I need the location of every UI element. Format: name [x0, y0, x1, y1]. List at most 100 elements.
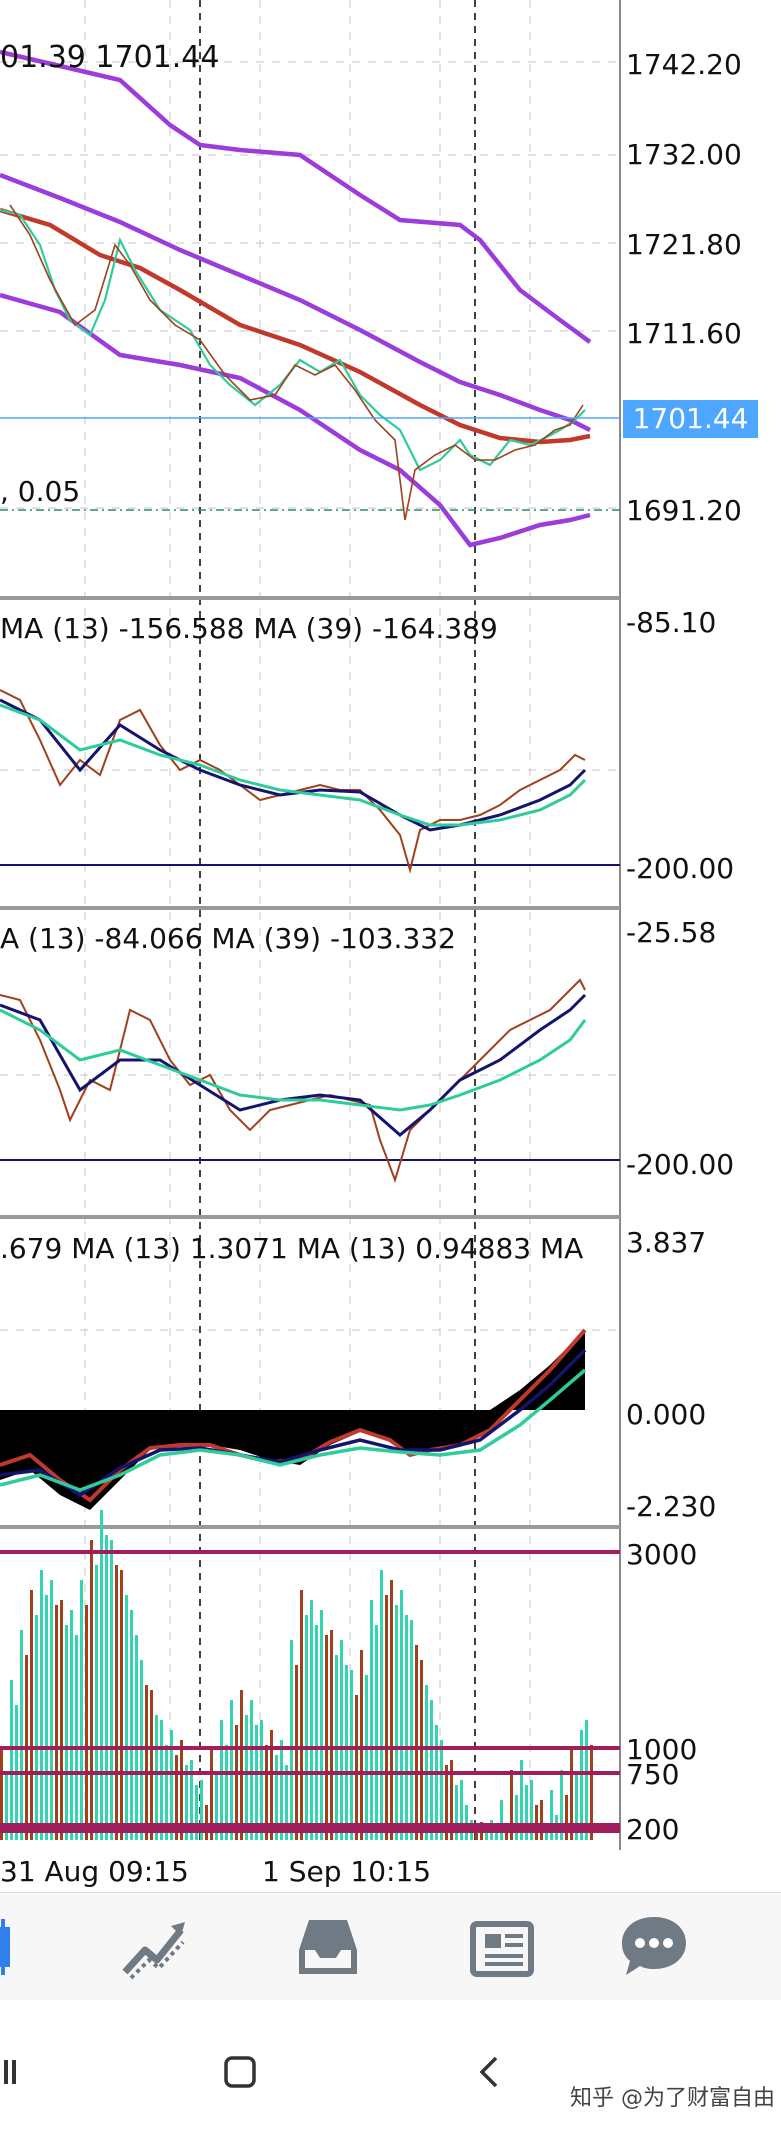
main-tick-1: 1732.00 — [626, 138, 742, 171]
volume-bar — [250, 1700, 253, 1840]
home-button[interactable] — [210, 2042, 270, 2102]
volume-bar — [540, 1800, 543, 1840]
volume-bar — [50, 1580, 53, 1840]
volume-bar — [125, 1595, 128, 1840]
trade-icon — [122, 1922, 185, 1980]
panel2-tick-1: -200.00 — [626, 852, 735, 885]
price-tag: 1701.44 — [623, 400, 758, 438]
panel5-tick-0: 3000 — [626, 1538, 698, 1571]
volume-bar — [130, 1610, 133, 1840]
volume-bar — [565, 1795, 568, 1840]
volume-bar — [90, 1540, 93, 1840]
volume-bar — [110, 1540, 113, 1840]
volume-bar — [430, 1700, 433, 1840]
volume-bar — [220, 1720, 223, 1840]
volume-bar — [340, 1640, 343, 1840]
back-icon — [479, 2056, 498, 2088]
panel4-tick-1: 0.000 — [626, 1398, 707, 1431]
volume-bar — [330, 1630, 333, 1840]
chat-icon — [622, 1917, 686, 1975]
left-label-bottom: , 0.05 — [0, 475, 81, 508]
panel5-tick-2: 750 — [626, 1758, 680, 1791]
volume-bar — [410, 1620, 413, 1840]
back-button[interactable] — [460, 2042, 520, 2102]
indicator-panel-3[interactable] — [0, 978, 620, 1184]
volume-bar — [255, 1725, 258, 1840]
volume-bar — [95, 1565, 98, 1840]
volume-bar — [365, 1675, 368, 1840]
panel3-ma13-line — [0, 993, 587, 1137]
nav-inbox[interactable] — [292, 1911, 364, 1983]
volume-bar — [80, 1580, 83, 1840]
volume-bar — [535, 1805, 538, 1840]
volume-bar — [405, 1615, 408, 1840]
volume-bar — [100, 1510, 103, 1840]
volume-bar — [465, 1805, 468, 1840]
volume-bar — [115, 1565, 118, 1840]
volume-bar — [585, 1720, 588, 1840]
panel5-tick-3: 200 — [626, 1813, 680, 1846]
panel2-header-text: MA (13) -156.588 MA (39) -164.389 — [0, 612, 498, 645]
panel4-tick-2: -2.230 — [626, 1490, 717, 1523]
volume-bar — [70, 1610, 73, 1840]
volume-bar — [35, 1615, 38, 1840]
volume-bar — [500, 1800, 503, 1840]
inbox-icon — [299, 1920, 357, 1974]
middle-ma-purple-line — [0, 172, 592, 433]
news-icon — [470, 1921, 534, 1977]
volume-bar — [370, 1600, 373, 1840]
volume-bar — [315, 1625, 318, 1840]
price-panel[interactable] — [0, 49, 620, 548]
volume-bar — [30, 1590, 33, 1840]
nav-news[interactable] — [466, 1911, 538, 1983]
main-tick-4: 1691.20 — [626, 494, 742, 527]
volume-bar — [355, 1695, 358, 1840]
recents-icon — [4, 2060, 16, 2084]
panel3-tick-0: -25.58 — [626, 916, 717, 949]
panel4-tick-0: 3.837 — [626, 1226, 707, 1259]
volume-bar — [385, 1595, 388, 1840]
volume-bar — [375, 1625, 378, 1840]
volume-bar — [325, 1635, 328, 1840]
volume-bar — [360, 1650, 363, 1840]
bottom-nav — [0, 1892, 781, 2001]
system-nav-bar — [0, 2000, 781, 2156]
volume-bar — [105, 1535, 108, 1840]
volume-bar — [160, 1720, 163, 1840]
volume-bar — [310, 1600, 313, 1840]
volume-bar — [145, 1685, 148, 1840]
volume-bar — [40, 1570, 43, 1840]
volume-bar — [65, 1625, 68, 1840]
volume-bar — [75, 1635, 78, 1840]
nav-quotes[interactable] — [0, 1911, 36, 1983]
volume-bar — [260, 1720, 263, 1840]
chart-area[interactable]: 01.39 1701.44 , 0.05 1701.44 1742.20 173… — [0, 0, 781, 1892]
volume-bar — [300, 1590, 303, 1840]
volume-bar — [205, 1805, 208, 1840]
recents-button[interactable] — [0, 2042, 40, 2102]
indicator-panel-2[interactable] — [0, 689, 620, 874]
panel4-header-text: .679 MA (13) 1.3071 MA (13) 0.94883 MA — [0, 1232, 584, 1265]
volume-bar — [305, 1615, 308, 1840]
volume-bar — [475, 1832, 478, 1840]
nav-trade[interactable] — [118, 1911, 190, 1983]
watermark-text: 知乎 @为了财富自由 — [570, 2086, 775, 2111]
volume-panel[interactable] — [0, 1510, 620, 1840]
volume-bar — [435, 1725, 438, 1840]
main-header-text: 01.39 1701.44 — [0, 40, 220, 75]
volume-bar — [150, 1690, 153, 1840]
volume-bar — [20, 1630, 23, 1840]
panel3-header-text: A (13) -84.066 MA (39) -103.332 — [0, 922, 456, 955]
volume-bar — [155, 1715, 158, 1840]
macd-panel[interactable] — [0, 1328, 587, 1510]
panel3-tick-1: -200.00 — [626, 1148, 735, 1181]
volume-bar — [380, 1570, 383, 1840]
main-tick-2: 1721.80 — [626, 228, 742, 261]
main-tick-0: 1742.20 — [626, 48, 742, 81]
nav-chat[interactable] — [618, 1911, 690, 1983]
volume-bar — [425, 1685, 428, 1840]
panel2-fast-line — [0, 689, 586, 874]
main-tick-3: 1711.60 — [626, 317, 742, 350]
volume-bar — [230, 1700, 233, 1840]
time-label-1: 1 Sep 10:15 — [262, 1855, 432, 1888]
